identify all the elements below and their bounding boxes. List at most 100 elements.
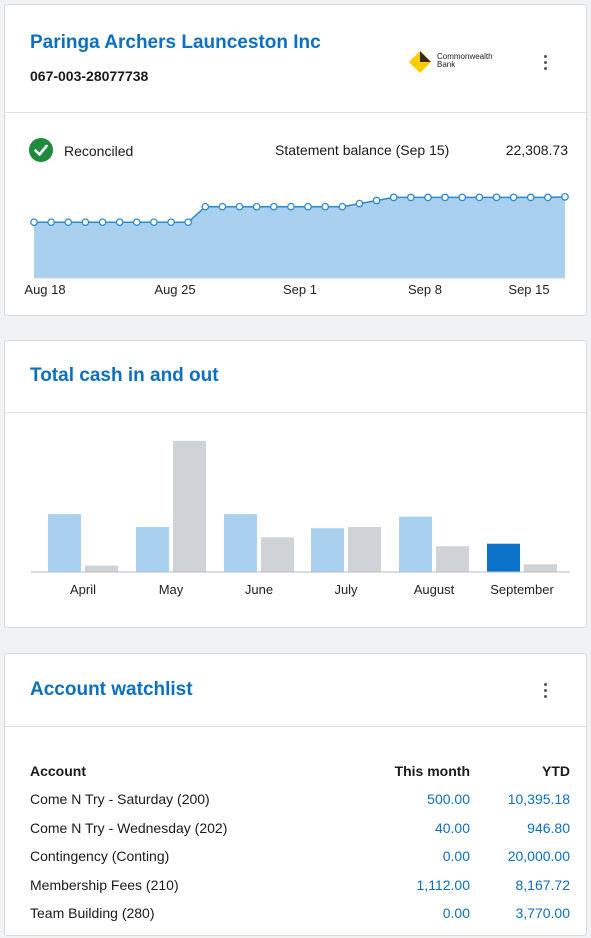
watchlist-menu-button[interactable] xyxy=(535,678,555,702)
cash-bar-chart: April May June July August September xyxy=(31,440,570,597)
balance-point xyxy=(509,193,518,202)
balance-point xyxy=(526,193,535,202)
bank-account-card: Paringa Archers Launceston Inc 067-003-2… xyxy=(4,4,587,316)
month-label: May xyxy=(159,582,184,597)
ytd-link[interactable]: 8,167.72 xyxy=(470,871,571,900)
cash-in-bar xyxy=(48,514,81,572)
reconciled-check-icon xyxy=(29,138,53,162)
column-header-ytd: YTD xyxy=(542,763,570,779)
ytd-link[interactable]: 3,770.00 xyxy=(470,899,571,928)
balance-point xyxy=(304,202,312,211)
statement-balance-value: 22,308.73 xyxy=(505,142,568,158)
balance-point xyxy=(184,218,193,227)
balance-point xyxy=(218,202,227,211)
balance-area xyxy=(34,196,565,278)
card-divider xyxy=(5,726,586,727)
x-tick-label: Sep 1 xyxy=(283,282,317,297)
table-row: Come N Try - Saturday (200) 500.00 10,39… xyxy=(30,785,570,814)
balance-point xyxy=(372,196,381,205)
x-tick-label: Sep 15 xyxy=(508,282,550,297)
month-label: July xyxy=(334,582,358,597)
bank-logo-icon xyxy=(409,51,431,73)
account-name: Team Building (280) xyxy=(30,905,155,922)
this-month-link[interactable]: 0.00 xyxy=(348,899,470,928)
balance-point xyxy=(150,218,158,227)
cash-in-bar xyxy=(311,528,344,572)
bank-logo-text: Commonwealth Bank xyxy=(437,52,493,69)
balance-point xyxy=(389,193,398,202)
ytd-link[interactable]: 20,000.00 xyxy=(470,842,570,871)
this-month-link[interactable]: 40.00 xyxy=(348,814,470,843)
table-row: Membership Fees (210) 1,112.00 8,167.72 xyxy=(30,871,570,900)
cash-out-bar xyxy=(85,565,118,572)
account-name: Membership Fees (210) xyxy=(30,876,179,893)
balance-point xyxy=(235,202,244,211)
cash-out-bar xyxy=(348,527,381,572)
table-row: Contingency (Conting) 0.00 20,000.00 xyxy=(30,842,570,871)
balance-point xyxy=(475,193,484,202)
statement-balance-label: Statement balance (Sep 15) xyxy=(275,142,450,158)
ytd-link[interactable]: 946.80 xyxy=(470,814,570,843)
balance-point xyxy=(561,193,569,201)
cash-card-title[interactable]: Total cash in and out xyxy=(30,365,219,387)
cash-out-bar xyxy=(524,564,557,572)
reconciled-status: Reconciled xyxy=(64,143,134,159)
x-tick-label: Aug 18 xyxy=(24,282,66,297)
balance-point xyxy=(492,193,501,202)
this-month-link[interactable]: 1,112.00 xyxy=(348,871,470,900)
cash-in-bar xyxy=(399,516,432,572)
table-row: Team Building (280) 0.00 3,770.00 xyxy=(30,899,570,928)
balance-point xyxy=(424,193,432,202)
table-row: Come N Try - Wednesday (202) 40.00 946.8… xyxy=(30,814,570,843)
balance-point xyxy=(458,193,467,202)
cash-in-bar xyxy=(224,514,257,572)
balance-point xyxy=(287,202,295,211)
balance-point xyxy=(544,193,552,202)
card-divider xyxy=(5,112,586,113)
month-label: June xyxy=(245,582,273,597)
column-header-account: Account xyxy=(30,763,86,779)
balance-point xyxy=(47,218,55,227)
cash-out-bar xyxy=(173,440,206,572)
balance-point xyxy=(64,218,73,227)
this-month-link[interactable]: 500.00 xyxy=(348,785,470,814)
watchlist-table: Account This month YTD Come N Try - Satu… xyxy=(30,757,570,928)
balance-point xyxy=(321,202,330,211)
account-watchlist-card: Account watchlist Account This month YTD… xyxy=(4,653,587,936)
account-name: Come N Try - Saturday (200) xyxy=(30,791,210,808)
this-month-link[interactable]: 0.00 xyxy=(348,842,470,871)
cash-out-bar xyxy=(261,537,294,572)
x-tick-label: Aug 25 xyxy=(154,282,196,297)
table-header-row: Account This month YTD xyxy=(30,757,570,785)
balance-point xyxy=(132,218,141,227)
account-name: Come N Try - Wednesday (202) xyxy=(30,819,228,836)
account-number: 067-003-28077738 xyxy=(30,68,149,84)
x-tick-label: Sep 8 xyxy=(408,282,442,297)
balance-point xyxy=(269,202,278,211)
balance-x-axis: Aug 18 Aug 25 Sep 1 Sep 8 Sep 15 xyxy=(5,282,588,300)
balance-point xyxy=(30,218,38,227)
balance-area-chart xyxy=(30,193,569,279)
month-label: August xyxy=(414,582,455,597)
cash-in-bar xyxy=(487,543,520,572)
ytd-link[interactable]: 10,395.18 xyxy=(470,785,570,814)
balance-point xyxy=(115,218,124,227)
cash-in-out-card: Total cash in and out April May June July Au… xyxy=(4,340,587,628)
month-label: April xyxy=(70,582,96,597)
cash-in-bar xyxy=(136,527,169,572)
balance-point xyxy=(355,199,364,208)
account-menu-button[interactable] xyxy=(535,50,555,74)
balance-point xyxy=(201,202,210,211)
bank-logo: Commonwealth Bank xyxy=(407,49,517,75)
watchlist-title[interactable]: Account watchlist xyxy=(30,679,193,701)
cash-out-bar xyxy=(436,546,469,572)
balance-point xyxy=(406,193,415,202)
balance-point xyxy=(98,218,107,227)
column-header-this-month: This month xyxy=(394,763,470,779)
balance-point xyxy=(338,202,347,211)
account-name: Contingency (Conting) xyxy=(30,848,170,865)
org-name[interactable]: Paringa Archers Launceston Inc xyxy=(30,32,321,54)
month-label: September xyxy=(490,582,554,597)
balance-point xyxy=(252,202,261,211)
balance-point xyxy=(81,218,90,227)
